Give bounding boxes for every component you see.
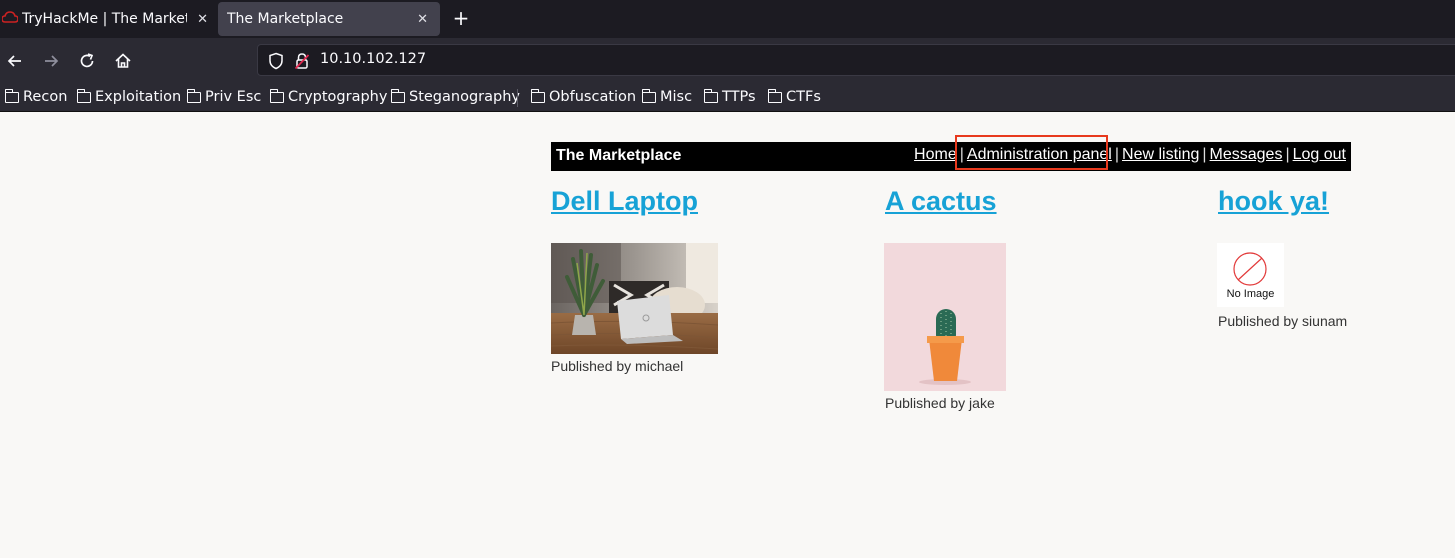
url-bar[interactable]: 10.10.102.127 xyxy=(257,44,1455,76)
tab-title: The Marketplace xyxy=(227,11,344,27)
bookmarks-toolbar: Recon Exploitation Priv Esc Cryptography… xyxy=(0,82,1455,112)
insecure-lock-icon[interactable] xyxy=(295,52,309,70)
bookmark-ttps[interactable]: TTPs xyxy=(703,87,756,107)
tab-bar: TryHackMe | The Marketplace ✕ The Market… xyxy=(0,0,1455,38)
url-text[interactable]: 10.10.102.127 xyxy=(320,51,426,67)
listing-published-by: Published by jake xyxy=(885,395,995,411)
cactus-photo[interactable] xyxy=(884,243,1006,391)
folder-icon xyxy=(641,88,656,103)
bookmark-misc[interactable]: Misc xyxy=(641,87,693,107)
folder-icon xyxy=(530,88,545,103)
bookmark-label: Exploitation xyxy=(95,89,182,105)
bookmark-steganography[interactable]: Steganography xyxy=(390,87,520,107)
new-tab-icon[interactable]: + xyxy=(452,6,470,30)
bookmark-label: TTPs xyxy=(722,89,756,105)
nav-administration-panel-link[interactable]: Administration panel xyxy=(967,146,1112,163)
folder-icon xyxy=(390,88,405,103)
nav-log-out-link[interactable]: Log out xyxy=(1293,146,1346,163)
home-icon[interactable] xyxy=(113,51,133,71)
bookmark-cryptography[interactable]: Cryptography xyxy=(269,87,388,107)
bookmark-separator xyxy=(517,89,518,107)
tab-title: TryHackMe | The Marketplace xyxy=(22,11,187,27)
nav-separator: | xyxy=(1114,146,1120,163)
nav-separator: | xyxy=(1285,146,1290,163)
bookmark-priv-esc[interactable]: Priv Esc xyxy=(186,87,262,107)
bookmark-label: CTFs xyxy=(786,89,821,105)
folder-icon xyxy=(269,88,284,103)
navigation-bar: 10.10.102.127 xyxy=(0,38,1455,82)
nav-home-link[interactable]: Home xyxy=(914,146,957,163)
listing-published-by: Published by michael xyxy=(551,358,684,374)
forward-arrow-icon[interactable] xyxy=(41,51,61,71)
no-image-label: No Image xyxy=(1226,288,1275,300)
reload-icon[interactable] xyxy=(77,51,97,71)
folder-icon xyxy=(186,88,201,103)
bookmark-label: Steganography xyxy=(409,89,520,105)
folder-icon xyxy=(4,88,19,103)
bookmark-recon[interactable]: Recon xyxy=(4,87,68,107)
dell-laptop-photo[interactable] xyxy=(551,243,718,354)
bookmark-label: Recon xyxy=(23,89,68,105)
bookmark-label: Priv Esc xyxy=(205,89,262,105)
site-nav: Home | Administration panel | New listing | Me… xyxy=(914,146,1346,164)
nav-messages-link[interactable]: Messages xyxy=(1210,146,1283,163)
bookmark-exploitation[interactable]: Exploitation xyxy=(76,87,182,107)
listing-published-by: Published by siunam xyxy=(1218,313,1348,329)
bookmark-obfuscation[interactable]: Obfuscation xyxy=(530,87,637,107)
nav-separator: | xyxy=(1202,146,1207,163)
folder-icon xyxy=(703,88,718,103)
listing-title-link[interactable]: A cactus xyxy=(885,186,997,217)
tab-close-icon[interactable]: ✕ xyxy=(197,12,208,27)
folder-icon xyxy=(767,88,782,103)
nav-new-listing-link[interactable]: New listing xyxy=(1122,146,1199,163)
no-image-icon xyxy=(1233,252,1267,286)
bookmark-label: Obfuscation xyxy=(549,89,637,105)
bookmark-label: Misc xyxy=(660,89,693,105)
back-arrow-icon[interactable] xyxy=(5,51,25,71)
site-title: The Marketplace xyxy=(556,147,682,164)
no-image-placeholder[interactable]: No Image xyxy=(1217,243,1284,307)
folder-icon xyxy=(76,88,91,103)
tab-tryhackme[interactable]: TryHackMe | The Marketplace ✕ xyxy=(0,0,214,38)
listing-title-link[interactable]: hook ya! xyxy=(1218,186,1329,217)
site-header: The Marketplace Home | Administration pane… xyxy=(551,142,1351,171)
tryhackme-favicon-icon xyxy=(2,11,18,23)
nav-separator: | xyxy=(959,146,964,163)
bookmark-label: Cryptography xyxy=(288,89,388,105)
shield-icon[interactable] xyxy=(268,52,284,70)
listing-title-link[interactable]: Dell Laptop xyxy=(551,186,698,217)
tab-marketplace[interactable]: The Marketplace ✕ xyxy=(218,2,440,36)
tab-close-icon[interactable]: ✕ xyxy=(417,12,428,27)
bookmark-ctfs[interactable]: CTFs xyxy=(767,87,821,107)
